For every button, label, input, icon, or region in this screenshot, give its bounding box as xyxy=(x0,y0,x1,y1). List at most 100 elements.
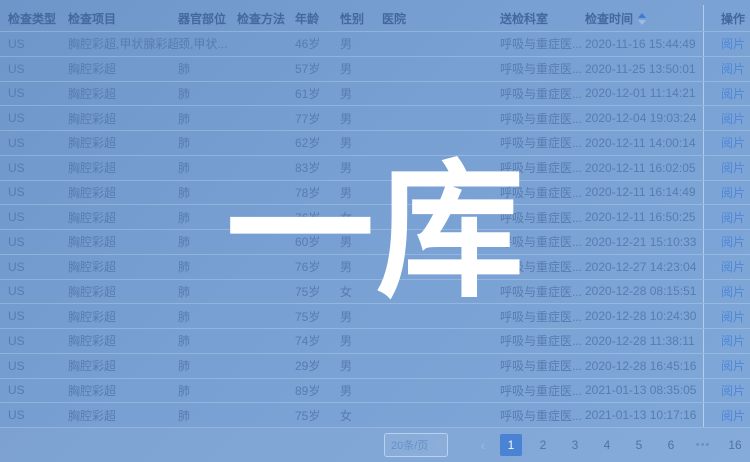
table-row[interactable]: US 胸腔彩超 肺 89岁 男 呼吸与重症医... 2021-01-13 08:… xyxy=(0,379,750,404)
table-row[interactable]: US 胸腔彩超 肺 29岁 男 呼吸与重症医... 2020-12-28 16:… xyxy=(0,354,750,379)
cell-age: 61岁 xyxy=(295,85,340,102)
col-header-gender[interactable]: 性别 xyxy=(340,10,382,27)
col-header-exam-type[interactable]: 检查类型 xyxy=(8,10,68,27)
cell-action: 阅片 xyxy=(703,403,750,427)
read-film-link[interactable]: 阅片 xyxy=(721,233,745,250)
read-film-link[interactable]: 阅片 xyxy=(721,134,745,151)
col-header-exam-method[interactable]: 检查方法 xyxy=(237,10,295,27)
cell-exam-item: 胸腔彩超 xyxy=(68,233,178,250)
read-film-link[interactable]: 阅片 xyxy=(721,209,745,226)
sort-icon[interactable] xyxy=(638,13,646,25)
exam-table: 检查类型 检查项目 器官部位 检查方法 年龄 性别 医院 送检科室 检查时间 操… xyxy=(0,5,750,428)
read-film-link[interactable]: 阅片 xyxy=(721,184,745,201)
cell-action: 阅片 xyxy=(703,106,750,130)
cell-action: 阅片 xyxy=(703,304,750,328)
page-number-button[interactable]: 3 xyxy=(564,434,586,456)
cell-exam-item: 胸腔彩超 xyxy=(68,308,178,325)
read-film-link[interactable]: 阅片 xyxy=(721,308,745,325)
cell-age: 57岁 xyxy=(295,60,340,77)
read-film-link[interactable]: 阅片 xyxy=(721,357,745,374)
page-number-button[interactable]: 6 xyxy=(660,434,682,456)
cell-organ-part: 肺 xyxy=(178,258,237,275)
cell-exam-type: US xyxy=(8,185,68,199)
cell-gender: 男 xyxy=(340,110,382,127)
read-film-link[interactable]: 阅片 xyxy=(721,60,745,77)
read-film-link[interactable]: 阅片 xyxy=(721,283,745,300)
cell-department: 呼吸与重症医... xyxy=(500,258,585,275)
cell-exam-item: 胸腔彩超 xyxy=(68,283,178,300)
cell-exam-time: 2020-12-28 08:15:51 xyxy=(585,284,703,298)
col-header-exam-item[interactable]: 检查项目 xyxy=(68,10,178,27)
col-header-department[interactable]: 送检科室 xyxy=(500,10,585,27)
cell-age: 75岁 xyxy=(295,283,340,300)
cell-exam-item: 胸腔彩超 xyxy=(68,407,178,424)
cell-action: 阅片 xyxy=(703,57,750,81)
cell-department: 呼吸与重症医... xyxy=(500,407,585,424)
cell-exam-item: 胸腔彩超 xyxy=(68,110,178,127)
cell-exam-type: US xyxy=(8,86,68,100)
prev-page-button[interactable]: ‹ xyxy=(472,434,494,456)
table-row[interactable]: US 胸腔彩超,甲状腺彩超 颈,甲状... 46岁 男 呼吸与重症医... 20… xyxy=(0,32,750,57)
cell-organ-part: 肺 xyxy=(178,332,237,349)
cell-gender: 男 xyxy=(340,258,382,275)
col-header-hospital[interactable]: 医院 xyxy=(382,10,500,27)
cell-age: 89岁 xyxy=(295,382,340,399)
table-row[interactable]: US 胸腔彩超 肺 75岁 男 呼吸与重症医... 2020-12-28 10:… xyxy=(0,304,750,329)
col-header-exam-time[interactable]: 检查时间 xyxy=(585,10,703,27)
page-number-list: 123456 ••• 16 xyxy=(500,434,746,456)
table-row[interactable]: US 胸腔彩超 肺 75岁 女 呼吸与重症医... 2021-01-13 10:… xyxy=(0,403,750,428)
cell-gender: 女 xyxy=(340,407,382,424)
table-row[interactable]: US 胸腔彩超 肺 75岁 女 呼吸与重症医... 2020-12-28 08:… xyxy=(0,280,750,305)
page-number-button[interactable]: 4 xyxy=(596,434,618,456)
table-row[interactable]: US 胸腔彩超 肺 74岁 男 呼吸与重症医... 2020-12-28 11:… xyxy=(0,329,750,354)
cell-gender: 男 xyxy=(340,233,382,250)
cell-exam-type: US xyxy=(8,62,68,76)
sort-asc-icon[interactable] xyxy=(638,13,646,18)
page-number-button[interactable]: 16 xyxy=(724,434,746,456)
sort-desc-icon[interactable] xyxy=(638,20,646,25)
read-film-link[interactable]: 阅片 xyxy=(721,110,745,127)
table-row[interactable]: US 胸腔彩超 肺 78岁 男 呼吸与重症医... 2020-12-11 16:… xyxy=(0,181,750,206)
page-size-value: 20条/页 xyxy=(391,437,428,453)
cell-gender: 女 xyxy=(340,283,382,300)
cell-organ-part: 肺 xyxy=(178,184,237,201)
page-number-button[interactable]: 5 xyxy=(628,434,650,456)
read-film-link[interactable]: 阅片 xyxy=(721,159,745,176)
page-number-button[interactable]: 2 xyxy=(532,434,554,456)
page-ellipsis-button[interactable]: ••• xyxy=(692,434,714,456)
cell-exam-time: 2020-12-27 14:23:04 xyxy=(585,260,703,274)
read-film-link[interactable]: 阅片 xyxy=(721,407,745,424)
read-film-link[interactable]: 阅片 xyxy=(721,382,745,399)
table-row[interactable]: US 胸腔彩超 肺 76岁 女 呼吸与重症医... 2020-12-11 16:… xyxy=(0,205,750,230)
read-film-link[interactable]: 阅片 xyxy=(721,258,745,275)
read-film-link[interactable]: 阅片 xyxy=(721,85,745,102)
table-row[interactable]: US 胸腔彩超 肺 60岁 男 呼吸与重症医... 2020-12-21 15:… xyxy=(0,230,750,255)
read-film-link[interactable]: 阅片 xyxy=(721,332,745,349)
cell-organ-part: 肺 xyxy=(178,209,237,226)
cell-action: 阅片 xyxy=(703,82,750,106)
cell-department: 呼吸与重症医... xyxy=(500,357,585,374)
cell-action: 阅片 xyxy=(703,156,750,180)
table-row[interactable]: US 胸腔彩超 肺 83岁 男 呼吸与重症医... 2020-12-11 16:… xyxy=(0,156,750,181)
table-row[interactable]: US 胸腔彩超 肺 57岁 男 呼吸与重症医... 2020-11-25 13:… xyxy=(0,57,750,82)
table-row[interactable]: US 胸腔彩超 肺 62岁 男 呼吸与重症医... 2020-12-11 14:… xyxy=(0,131,750,156)
read-film-link[interactable]: 阅片 xyxy=(721,35,745,52)
table-row[interactable]: US 胸腔彩超 肺 61岁 男 呼吸与重症医... 2020-12-01 11:… xyxy=(0,82,750,107)
table-row[interactable]: US 胸腔彩超 肺 77岁 男 呼吸与重症医... 2020-12-04 19:… xyxy=(0,106,750,131)
cell-exam-time: 2020-11-16 15:44:49 xyxy=(585,37,703,51)
table-row[interactable]: US 胸腔彩超 肺 76岁 男 呼吸与重症医... 2020-12-27 14:… xyxy=(0,255,750,280)
cell-exam-time: 2020-12-21 15:10:33 xyxy=(585,235,703,249)
col-header-age[interactable]: 年龄 xyxy=(295,10,340,27)
cell-organ-part: 肺 xyxy=(178,357,237,374)
cell-age: 76岁 xyxy=(295,258,340,275)
cell-department: 呼吸与重症医... xyxy=(500,308,585,325)
cell-gender: 男 xyxy=(340,35,382,52)
cell-gender: 女 xyxy=(340,209,382,226)
cell-action: 阅片 xyxy=(703,205,750,229)
page-number-button[interactable]: 1 xyxy=(500,434,522,456)
cell-exam-item: 胸腔彩超 xyxy=(68,134,178,151)
cell-exam-item: 胸腔彩超 xyxy=(68,382,178,399)
cell-action: 阅片 xyxy=(703,379,750,403)
col-header-organ-part[interactable]: 器官部位 xyxy=(178,10,237,27)
page-size-select[interactable]: 20条/页 ˅ xyxy=(384,433,448,457)
